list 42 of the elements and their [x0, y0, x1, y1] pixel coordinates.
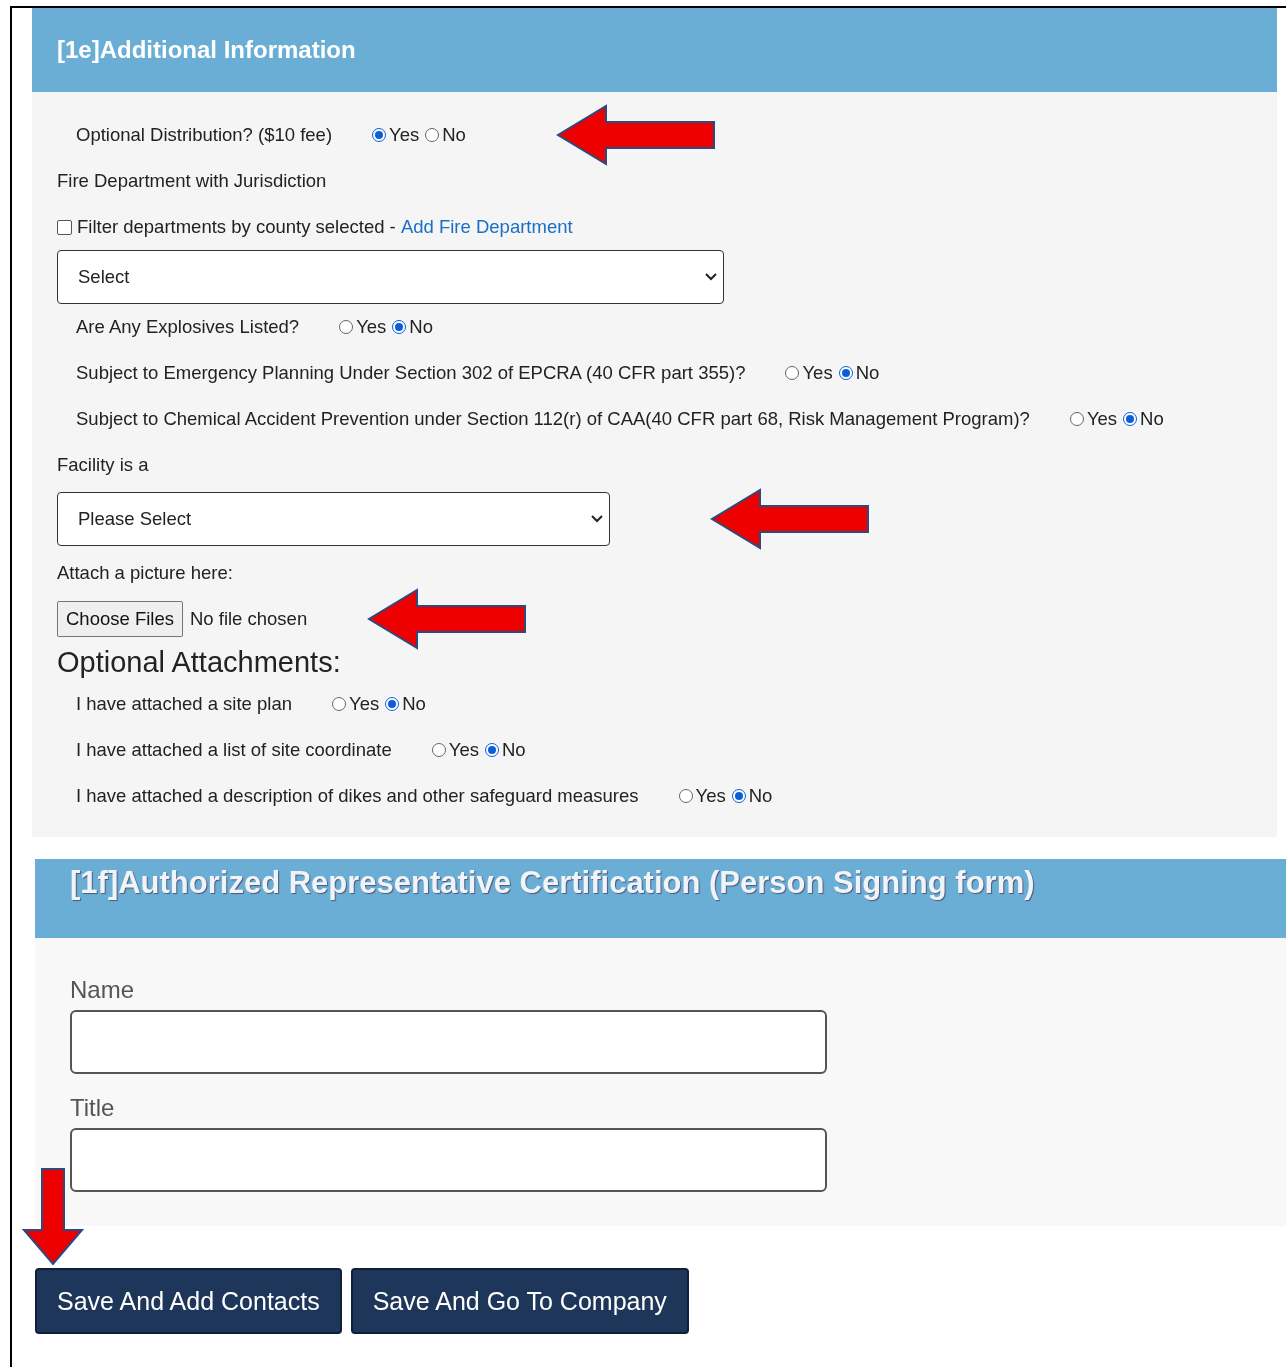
section-title: [1e]Additional Information	[32, 8, 1277, 92]
radio-option[interactable]: Yes	[1069, 408, 1118, 430]
radio-option[interactable]: Yes	[678, 785, 726, 807]
text-input[interactable]	[70, 1010, 827, 1074]
radio-option[interactable]: No	[838, 362, 880, 384]
radio-option[interactable]: No	[425, 124, 466, 146]
radio-option[interactable]: No	[392, 316, 433, 338]
question-label: I have attached a description of dikes and other safeguard measures	[76, 785, 639, 807]
chevron-down-icon	[705, 273, 717, 281]
radio-option[interactable]: Yes	[372, 124, 420, 146]
save-button[interactable]: Save And Go To Company	[350, 1268, 689, 1334]
checkbox[interactable]	[57, 219, 72, 235]
radio-option[interactable]: Yes	[339, 316, 387, 338]
text-input[interactable]	[70, 1128, 827, 1192]
radio-option[interactable]: Yes	[332, 693, 380, 715]
radio-option[interactable]: No	[731, 785, 773, 807]
file-status: No file chosen	[189, 608, 308, 630]
select-dropdown[interactable]: Please Select	[57, 492, 610, 546]
section-title: [1f]Authorized Representative Certification (Person Signing form)	[35, 859, 1286, 938]
chevron-down-icon	[591, 515, 603, 523]
select-dropdown[interactable]: Select	[57, 250, 724, 304]
field-label: Title	[70, 1094, 116, 1123]
field-label: Facility is a	[57, 453, 150, 477]
question-label: I have attached a list of site coordinate	[76, 739, 392, 761]
field-label: Attach a picture here:	[57, 561, 234, 585]
field-label: Fire Department with Jurisdiction	[57, 169, 328, 193]
radio-option[interactable]: No	[1123, 408, 1164, 430]
radio-option[interactable]: No	[385, 693, 426, 715]
save-button[interactable]: Save And Add Contacts	[35, 1268, 342, 1334]
subsection-heading: Optional Attachments:	[57, 646, 342, 679]
question-label: Are Any Explosives Listed?	[76, 316, 300, 338]
radio-option[interactable]: Yes	[431, 739, 479, 761]
question-label: Subject to Chemical Accident Prevention under Section 112(r) of CAA(40 CFR part 68, Risk Management Program)?	[76, 408, 1030, 430]
radio-option[interactable]: No	[484, 739, 526, 761]
field-label: Name	[70, 976, 136, 1005]
add-link[interactable]: Add Fire Department	[400, 216, 573, 238]
question-label: Optional Distribution? ($10 fee)	[76, 124, 333, 146]
checkbox-label: Filter departments by county selected -	[77, 216, 397, 238]
question-label: Subject to Emergency Planning Under Section 302 of EPCRA (40 CFR part 355)?	[76, 362, 746, 384]
radio-option[interactable]: Yes	[785, 362, 833, 384]
choose-files-button[interactable]: Choose Files	[57, 601, 183, 637]
question-label: I have attached a site plan	[76, 693, 292, 715]
